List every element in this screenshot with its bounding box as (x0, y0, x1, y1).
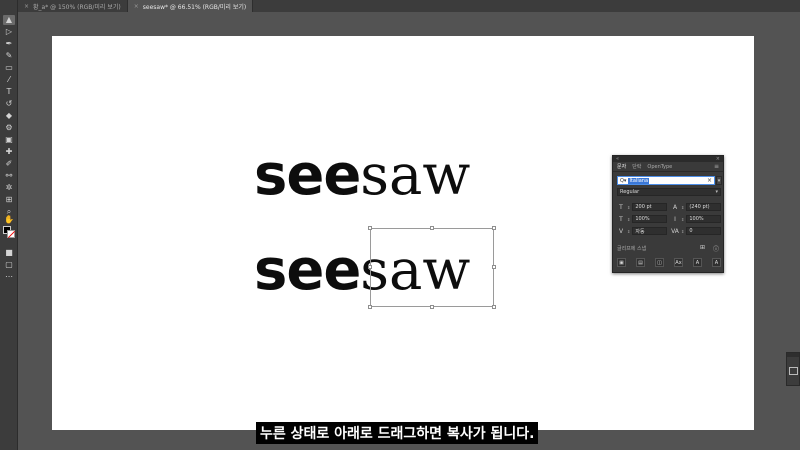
stepper-icon[interactable]: ⇕ (627, 217, 630, 222)
transform-handle[interactable] (368, 265, 372, 269)
tracking-icon: VA (671, 227, 679, 235)
vertical-scale-icon: T (619, 215, 623, 223)
horizontal-scale-input[interactable]: 100% (686, 215, 721, 223)
transform-handle[interactable] (430, 305, 434, 309)
rotate-tool-icon[interactable]: ↺ (3, 99, 15, 109)
horizontal-scale-field[interactable]: I ⇕ 100% (671, 215, 721, 223)
collapsed-panel-dock[interactable] (786, 352, 800, 386)
transform-handle[interactable] (492, 305, 496, 309)
eyedropper-tool-icon[interactable]: ✐ (3, 159, 15, 169)
scale-row: T ⇕ 100% I ⇕ 100% (617, 215, 721, 223)
font-dropdown-icon[interactable]: ▾ (716, 176, 722, 185)
hand-tool-icon[interactable]: ✋ (3, 215, 15, 225)
snap-angular-icon[interactable]: A (693, 258, 702, 267)
snap-to-glyph-label: 글리프에 스냅 (617, 246, 647, 252)
snap-anchor-icon[interactable]: A (712, 258, 721, 267)
width-tool-icon[interactable]: ⚙ (3, 123, 15, 133)
leading-input[interactable]: (240 pt) (686, 203, 721, 211)
character-panel: « × 문자 단락 OpenType ≡ Q▾ Italiana × ▾ Reg… (612, 155, 724, 273)
info-icon[interactable]: ⓘ (713, 244, 719, 253)
curvature-tool-icon[interactable]: ✎ (3, 51, 15, 61)
stepper-icon[interactable]: ⇕ (627, 229, 630, 234)
close-tab-icon[interactable]: × (24, 3, 29, 10)
dock-grip[interactable] (787, 353, 799, 357)
see-text: see (254, 143, 361, 208)
tab-label: seesaw* @ 66.51% (RGB/미리 보기) (142, 3, 247, 11)
free-transform-tool-icon[interactable]: ▣ (3, 135, 15, 145)
snap-options-icon[interactable]: ⊞ (700, 244, 705, 253)
document-tab-active[interactable]: × seesaw* @ 66.51% (RGB/미리 보기) (127, 0, 254, 12)
video-subtitle: 누른 상태로 아래로 드래그하면 복사가 됩니다. (256, 422, 539, 444)
direct-selection-tool-icon[interactable]: ▷ (3, 27, 15, 37)
screen-mode-icon[interactable]: ▢ (3, 260, 15, 270)
type-tool-icon[interactable]: T (3, 87, 15, 97)
shape-builder-tool-icon[interactable]: ✚ (3, 147, 15, 157)
clear-icon[interactable]: × (707, 177, 712, 184)
snap-xheight-icon[interactable]: ▤ (636, 258, 645, 267)
transform-handle[interactable] (492, 226, 496, 230)
stepper-icon[interactable]: ⇕ (627, 205, 630, 210)
stepper-icon[interactable]: ⇕ (681, 217, 684, 222)
chevron-down-icon: ▾ (715, 189, 718, 195)
font-size-input[interactable]: 200 pt (632, 203, 667, 211)
font-style-select[interactable]: Regular ▾ (617, 188, 721, 196)
color-mode-icon[interactable]: ■ (3, 248, 15, 258)
size-leading-row: T ⇕ 200 pt A ⇕ (240 pt) (617, 203, 721, 211)
font-style-value: Regular (620, 189, 640, 195)
eraser-tool-icon[interactable]: ◆ (3, 111, 15, 121)
font-size-icon: T (619, 203, 623, 211)
pen-tool-icon[interactable]: ✒ (3, 39, 15, 49)
snap-icons: ⊞ ⓘ (700, 244, 719, 253)
tab-label: 황_a* @ 150% (RGB/미리 보기) (33, 3, 121, 11)
snap-buttons-row: ▣ ▤ ◫ Ax A A (617, 258, 721, 267)
artboard-tool-icon[interactable]: ⊞ (3, 195, 15, 205)
leading-field[interactable]: A ⇕ (240 pt) (671, 203, 721, 211)
font-size-field[interactable]: T ⇕ 200 pt (617, 203, 667, 211)
kerning-field[interactable]: V ⇕ 자동 (617, 227, 667, 235)
transform-handle[interactable] (430, 226, 434, 230)
font-family-input[interactable]: Q▾ Italiana × (617, 176, 715, 185)
transform-handle[interactable] (492, 265, 496, 269)
symbol-sprayer-tool-icon[interactable]: ✲ (3, 183, 15, 193)
snap-baseline-icon[interactable]: ▣ (617, 258, 626, 267)
kerning-tracking-row: V ⇕ 자동 VA ⇕ 0 (617, 227, 721, 235)
selection-bounding-box[interactable] (368, 226, 496, 309)
stepper-icon[interactable]: ⇕ (681, 205, 684, 210)
more-tools-icon[interactable]: ⋯ (3, 272, 15, 282)
rectangle-tool-icon[interactable]: ▭ (3, 63, 15, 73)
saw-text: saw (360, 143, 471, 208)
snap-proximity-icon[interactable]: Ax (674, 258, 683, 267)
snap-glyph-bounds-icon[interactable]: ◫ (655, 258, 664, 267)
font-family-value: Italiana (628, 177, 650, 184)
horizontal-scale-icon: I (674, 215, 676, 223)
panel-icon[interactable] (789, 367, 798, 375)
blend-tool-icon[interactable]: ⚯ (3, 171, 15, 181)
see-text: see (254, 238, 361, 303)
selection-tool-icon[interactable]: ▲ (3, 15, 15, 25)
paintbrush-tool-icon[interactable]: ⁄ (3, 75, 15, 85)
close-tab-icon[interactable]: × (134, 3, 139, 10)
seesaw-text-original[interactable]: seesaw (254, 148, 470, 204)
document-tab-bar: × 황_a* @ 150% (RGB/미리 보기) × seesaw* @ 66… (18, 0, 800, 12)
tools-panel: ▲ ▷ ✒ ✎ ▭ ⁄ T ↺ ◆ ⚙ ▣ ✚ ✐ ⚯ ✲ ⊞ ⌕ ✋ ■ ▢ … (0, 0, 18, 450)
document-tab[interactable]: × 황_a* @ 150% (RGB/미리 보기) (18, 0, 128, 12)
stepper-icon[interactable]: ⇕ (681, 229, 684, 234)
tracking-field[interactable]: VA ⇕ 0 (671, 227, 721, 235)
vertical-scale-field[interactable]: T ⇕ 100% (617, 215, 667, 223)
panel-menu-icon[interactable]: ≡ (714, 163, 719, 170)
tracking-input[interactable]: 0 (686, 227, 721, 235)
transform-handle[interactable] (368, 305, 372, 309)
panel-tabs: 문자 단락 OpenType ≡ (613, 162, 723, 172)
leading-icon: A (672, 203, 678, 211)
kerning-icon: V (618, 227, 624, 235)
search-icon: Q▾ (620, 177, 627, 184)
vertical-scale-input[interactable]: 100% (632, 215, 667, 223)
kerning-input[interactable]: 자동 (632, 227, 667, 235)
tab-opentype[interactable]: OpenType (647, 164, 672, 170)
tab-paragraph[interactable]: 단락 (632, 163, 641, 170)
transform-handle[interactable] (368, 226, 372, 230)
stroke-color-swatch[interactable] (7, 230, 15, 238)
tab-character[interactable]: 문자 (617, 163, 626, 170)
